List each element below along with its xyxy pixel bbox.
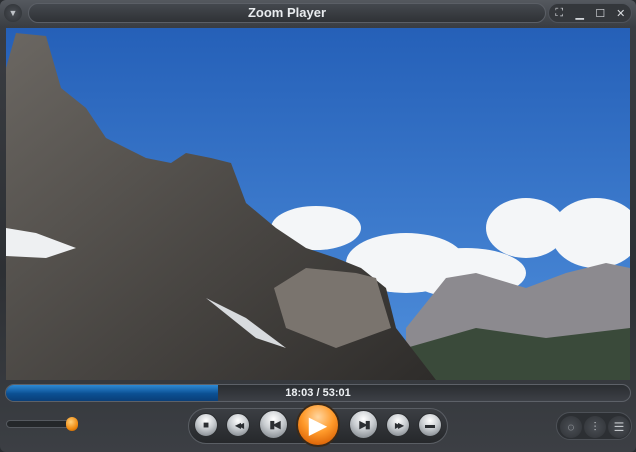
menu-dropdown-icon[interactable]: ▼: [4, 4, 22, 22]
next-icon: ▶▮: [359, 419, 370, 431]
video-frame-mountains: [6, 28, 630, 380]
folder-icon: ▬: [425, 419, 435, 431]
window-controls: ⛶ ▁ ☐ ✕: [548, 3, 632, 23]
next-button[interactable]: ▶▮: [349, 410, 378, 439]
volume-knob[interactable]: [65, 417, 78, 431]
extra-controls: ◌ ⫶ ☰: [556, 412, 632, 440]
rewind-icon: ◀◀: [234, 420, 244, 430]
minimize-icon[interactable]: ▁: [571, 7, 589, 20]
visualization-button[interactable]: ◌: [560, 416, 582, 438]
time-display: 18:03 / 53:01: [285, 387, 351, 399]
video-area[interactable]: [6, 28, 630, 380]
menu-icon: ☰: [613, 420, 625, 434]
equalizer-button[interactable]: ⫶: [584, 416, 606, 438]
play-button[interactable]: ▶: [296, 403, 340, 447]
playlist-button[interactable]: ☰: [608, 416, 630, 438]
previous-icon: ▮◀: [269, 419, 280, 431]
play-icon: ▶: [308, 411, 328, 439]
title-bar[interactable]: ▼ Zoom Player ⛶ ▁ ☐ ✕: [0, 0, 636, 28]
fast-forward-button[interactable]: ▶▶: [386, 413, 410, 437]
open-file-button[interactable]: ▬: [418, 413, 442, 437]
close-icon[interactable]: ✕: [612, 7, 630, 20]
stop-button[interactable]: ■: [194, 413, 218, 437]
stop-icon: ■: [202, 419, 210, 431]
visualization-icon: ◌: [567, 420, 575, 434]
seek-bar[interactable]: 18:03 / 53:01: [5, 384, 631, 402]
volume-slider[interactable]: [6, 417, 78, 431]
fast-forward-icon: ▶▶: [394, 420, 404, 430]
maximize-icon[interactable]: ☐: [591, 7, 609, 20]
fullscreen-icon[interactable]: ⛶: [550, 7, 568, 20]
rewind-button[interactable]: ◀◀: [226, 413, 250, 437]
equalizer-icon: ⫶: [593, 420, 597, 434]
previous-button[interactable]: ▮◀: [259, 410, 288, 439]
window-title: Zoom Player: [28, 3, 546, 23]
